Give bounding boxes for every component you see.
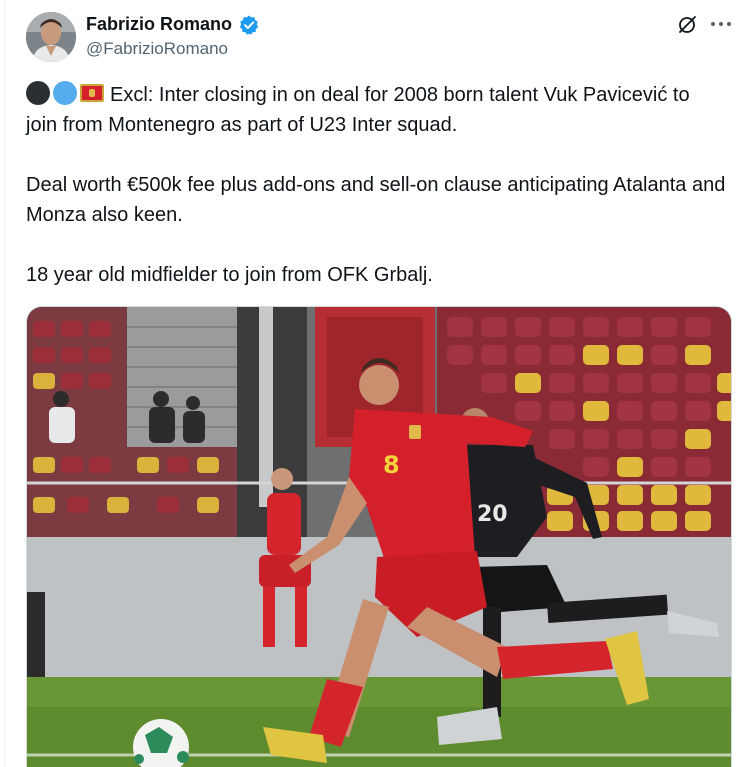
tweet-line-1: Excl: Inter closing in on deal for 2008 … bbox=[26, 84, 690, 136]
blue-circle-icon bbox=[53, 81, 77, 105]
tweet-card: Fabrizio Romano @FabrizioRomano Excl: In… bbox=[0, 0, 746, 767]
author-name[interactable]: Fabrizio Romano bbox=[86, 12, 232, 36]
leading-emojis bbox=[26, 81, 104, 105]
montenegro-flag-icon bbox=[80, 84, 104, 102]
tweet-body: Excl: Inter closing in on deal for 2008 … bbox=[26, 80, 726, 290]
tweet-photo[interactable]: 20 8 bbox=[26, 306, 732, 767]
svg-text:8: 8 bbox=[383, 451, 400, 479]
author-handle[interactable]: @FabrizioRomano bbox=[86, 38, 228, 60]
more-options-icon[interactable] bbox=[709, 20, 733, 28]
left-border bbox=[4, 0, 5, 767]
black-circle-icon bbox=[26, 81, 50, 105]
verified-badge-icon bbox=[239, 15, 259, 35]
tweet-paragraph-3: 18 year old midfielder to join from OFK … bbox=[26, 264, 433, 286]
svg-text:20: 20 bbox=[477, 502, 508, 527]
tweet-paragraph-2: Deal worth €500k fee plus add-ons and se… bbox=[26, 174, 726, 226]
grok-icon[interactable] bbox=[676, 14, 698, 36]
author-avatar[interactable] bbox=[26, 12, 76, 62]
tweet-paragraph-1: Excl: Inter closing in on deal for 2008 … bbox=[26, 80, 726, 140]
